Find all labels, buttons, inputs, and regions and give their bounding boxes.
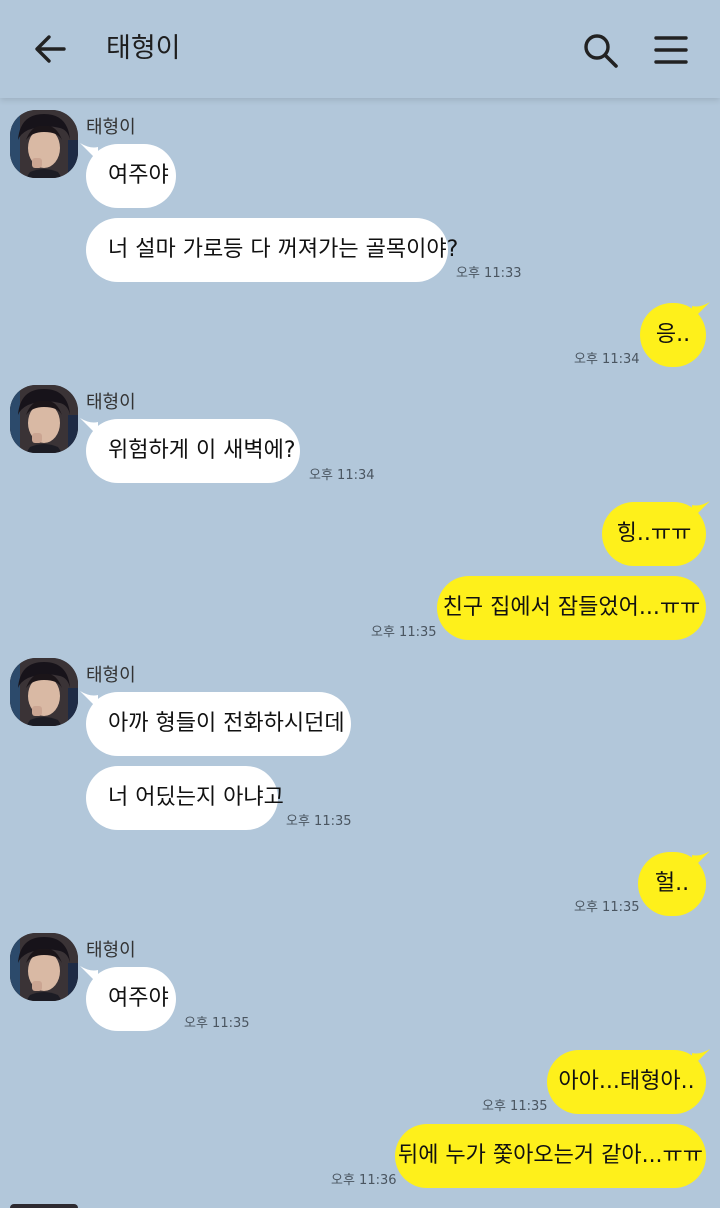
message-bubble-incoming[interactable]: 위험하게 이 새벽에?: [86, 419, 300, 483]
chat-header: 태형이: [0, 0, 720, 98]
message-bubble-incoming[interactable]: 아까 형들이 전화하시던데: [86, 692, 351, 756]
message-bubble-incoming[interactable]: 너 설마 가로등 다 꺼져가는 골목이야?: [86, 218, 458, 282]
sender-name: 태형이: [86, 665, 136, 686]
sender-name: 태형이: [86, 117, 136, 138]
message-bubble-outgoing[interactable]: 뒤에 누가 쫓아오는거 같아...ㅠㅠ: [395, 1124, 706, 1188]
avatar[interactable]: [10, 933, 78, 1001]
message-bubble-outgoing[interactable]: 아아...태형아..: [547, 1050, 706, 1114]
avatar[interactable]: [10, 110, 78, 178]
sender-name: 태형이: [86, 940, 136, 961]
message-time: 오후 11:34: [574, 352, 640, 367]
message-time: 오후 11:34: [309, 468, 375, 483]
message-time: 오후 11:35: [286, 814, 352, 829]
avatar[interactable]: [10, 658, 78, 726]
message-time: 오후 11:35: [574, 900, 640, 915]
message-bubble-incoming[interactable]: 여주야: [86, 967, 176, 1031]
message-time: 오후 11:35: [482, 1099, 548, 1114]
message-time: 오후 11:35: [371, 625, 437, 640]
message-bubble-outgoing[interactable]: 응..: [640, 303, 706, 367]
chat-title: 태형이: [106, 33, 181, 64]
message-bubble-incoming[interactable]: 너 어딨는지 아냐고: [86, 766, 284, 830]
message-time: 오후 11:36: [331, 1173, 397, 1188]
message-bubble-outgoing[interactable]: 힝..ㅠㅠ: [602, 502, 706, 566]
message-bubble-outgoing[interactable]: 친구 집에서 잠들었어...ㅠㅠ: [437, 576, 706, 640]
sender-name: 태형이: [86, 392, 136, 413]
search-icon[interactable]: [580, 30, 620, 70]
menu-icon[interactable]: [651, 30, 691, 70]
message-time: 오후 11:35: [184, 1016, 250, 1031]
message-time: 오후 11:33: [456, 266, 522, 281]
avatar-partial: [10, 1204, 78, 1208]
message-bubble-incoming[interactable]: 여주야: [86, 144, 176, 208]
message-bubble-outgoing[interactable]: 헐..: [638, 852, 706, 916]
avatar[interactable]: [10, 385, 78, 453]
back-arrow-icon[interactable]: [30, 30, 70, 70]
